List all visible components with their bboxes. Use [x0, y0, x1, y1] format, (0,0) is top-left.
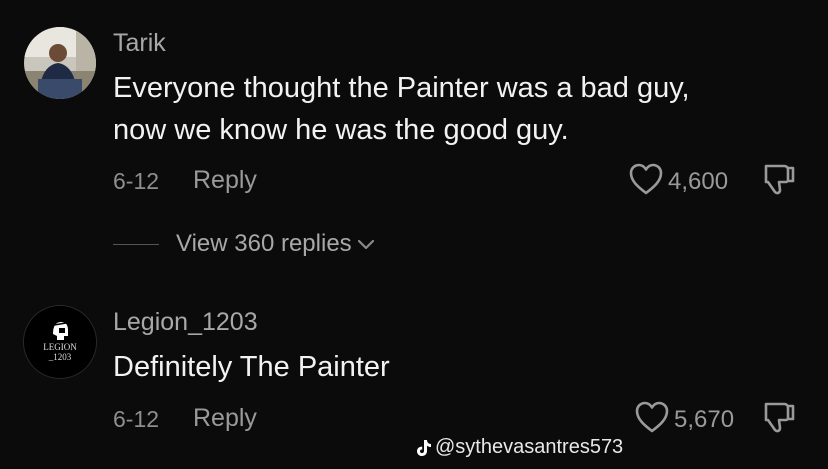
comment-text-line: Definitely The Painter: [113, 351, 390, 383]
comment-text-line: now we know he was the good guy.: [113, 114, 569, 146]
avatar-label: _1203: [48, 352, 72, 362]
reply-button[interactable]: Reply: [193, 166, 257, 195]
view-replies-label: View 360 replies: [176, 230, 352, 257]
comment-username[interactable]: Tarik: [113, 29, 166, 58]
heart-icon: [635, 401, 669, 433]
dislike-button[interactable]: [762, 401, 798, 435]
thumbs-down-icon: [764, 164, 795, 195]
like-count: 5,670: [674, 406, 735, 433]
watermark: @sythevasantres573: [416, 436, 623, 459]
reply-button[interactable]: Reply: [193, 404, 257, 433]
heart-icon: [629, 163, 663, 195]
thumbs-down-icon: [764, 402, 795, 433]
user-photo-avatar: [24, 27, 96, 99]
avatar[interactable]: [24, 27, 96, 99]
avatar-label: LEGION: [43, 342, 77, 352]
comment-text-line: Everyone thought the Painter was a bad g…: [113, 72, 690, 104]
dislike-button[interactable]: [762, 163, 798, 197]
replies-divider: [113, 244, 159, 245]
like-count: 4,600: [668, 168, 729, 195]
like-button[interactable]: [628, 162, 664, 196]
tiktok-icon: [417, 439, 431, 456]
view-replies-link[interactable]: View 360 replies: [176, 230, 376, 258]
watermark-handle: @sythevasantres573: [435, 436, 624, 458]
comment-date: 6-12: [113, 168, 160, 194]
avatar[interactable]: LEGION _1203: [24, 306, 96, 378]
like-button[interactable]: [634, 400, 670, 434]
comment-username[interactable]: Legion_1203: [113, 308, 258, 337]
chevron-down-icon: [357, 239, 374, 250]
comment-date: 6-12: [113, 406, 160, 432]
